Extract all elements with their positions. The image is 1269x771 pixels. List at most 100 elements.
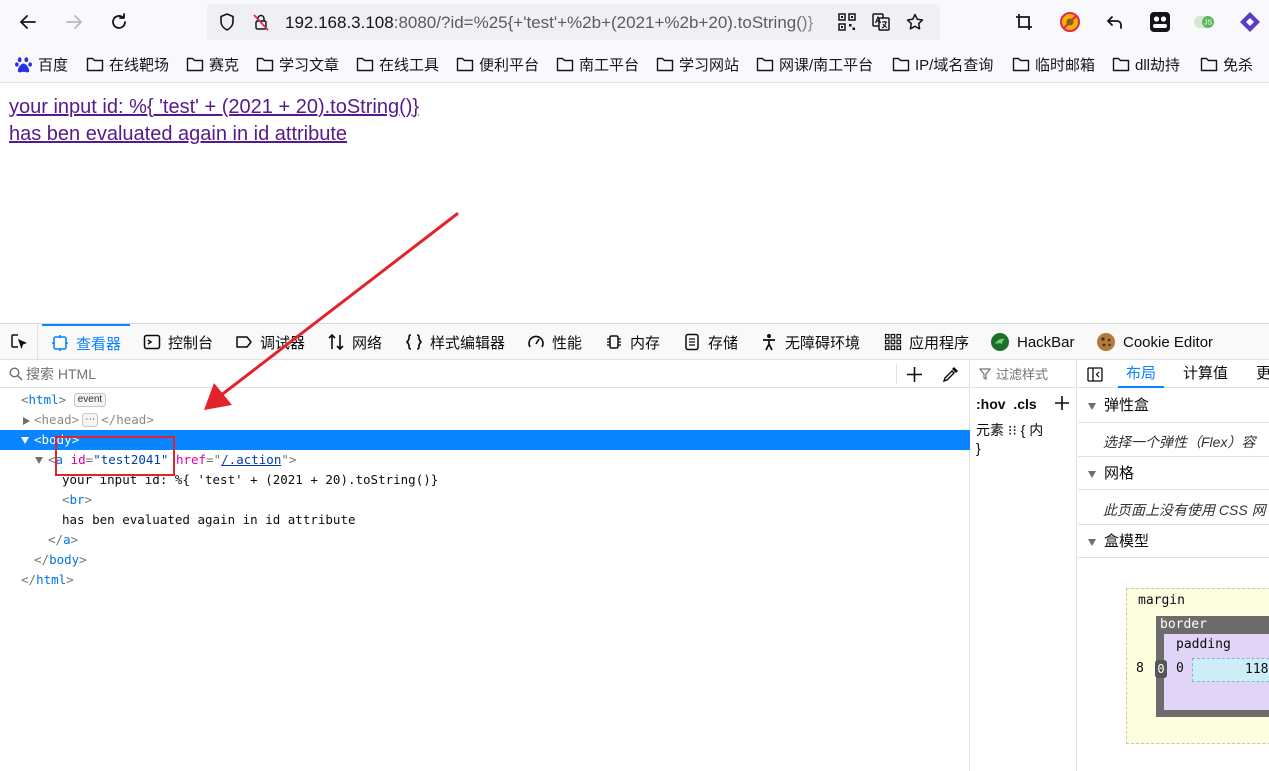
crop-icon [1016,14,1032,30]
tree-node-head[interactable]: <head> ⋯ </head> [0,410,970,430]
undo-close-tab-button[interactable] [1101,8,1129,36]
section-collapse-icon [1088,403,1096,410]
forward-button[interactable] [60,8,88,36]
folder-icon [456,57,474,72]
content-width-value[interactable]: 118 [1245,662,1268,677]
element-picker-button[interactable] [0,324,38,360]
tab-inspector[interactable]: 查看器 [42,324,131,360]
toggle-extension-button[interactable]: JS [1192,8,1220,36]
tab-application[interactable]: 应用程序 [884,324,969,360]
hov-toggle[interactable]: :hov [976,396,1006,412]
url-text[interactable]: 192.168.3.108:8080/?id=%25{+'test'+%2b+(… [285,12,833,34]
translate-icon[interactable] [871,12,891,32]
toggle-switch-icon: JS [1194,16,1214,28]
bookmark-folder-9[interactable]: IP/域名查询 [892,54,993,74]
border-left-value[interactable]: 0 [1155,660,1167,678]
page-viewport: your input id: %{ 'test' + (2021 + 20).t… [0,84,1269,323]
tab-label: 查看器 [76,335,122,353]
memory-chip-icon [607,335,621,349]
eyedropper-icon[interactable] [942,366,959,383]
folder-icon [86,57,104,72]
bookmark-label: 网课/南工平台 [779,56,874,74]
collapsed-ellipsis-badge[interactable]: ⋯ [82,413,99,427]
page-action-link[interactable]: your input id: %{ 'test' + (2021 + 20).t… [9,94,419,148]
bookmark-label: 百度 [38,56,69,74]
screenshot-crop-button[interactable] [1010,8,1038,36]
blocked-extension-icon [1060,12,1080,32]
bookmark-folder-10[interactable]: 临时邮箱 [1012,54,1095,74]
tab-console[interactable]: 控制台 [143,324,213,360]
tampermonkey-button[interactable] [1146,8,1174,36]
bookmark-label: 在线靶场 [109,56,170,74]
insecure-lock-icon[interactable] [251,12,271,32]
margin-left-value[interactable]: 8 [1136,661,1144,676]
bookmark-folder-7[interactable]: 学习网站 [656,54,739,74]
bookmark-star-icon[interactable] [905,12,925,32]
boxmodel-section-header[interactable]: 盒模型 [1078,524,1269,558]
folder-icon [892,57,910,72]
tag-name: br [69,492,85,507]
element-rule[interactable]: 元素 ⁝⁝ { 内} [976,420,1043,456]
tab-hackbar[interactable]: HackBar [990,324,1075,360]
bookmark-label: 学习文章 [279,56,340,74]
tag-name: html [28,392,59,407]
address-bar[interactable]: 192.168.3.108:8080/?id=%25{+'test'+%2b+(… [207,4,940,40]
bookmark-folder-8[interactable]: 网课/南工平台 [756,54,873,74]
bookmark-baidu[interactable]: 百度 [14,54,68,74]
tab-debugger[interactable]: 调试器 [235,324,305,360]
bookmark-folder-11[interactable]: dll劫持 [1112,54,1180,74]
expand-twisty[interactable] [23,417,30,425]
add-rule-plus-icon[interactable] [1054,395,1070,411]
tag-name: html [36,572,67,587]
tab-computed[interactable]: 计算值 [1183,360,1228,388]
padding-label: padding [1176,637,1231,652]
tab-style-editor[interactable]: 样式编辑器 [405,324,505,360]
attr-value-href[interactable]: /.action [221,452,281,467]
styles-filter[interactable]: 过滤样式 [971,360,1077,388]
link-line-1: your input id: %{ 'test' + (2021 + 20).t… [9,96,420,118]
collapse-twisty[interactable] [35,457,43,464]
blocker-extension-button[interactable] [1056,8,1084,36]
padding-left-value[interactable]: 0 [1176,661,1184,676]
tab-cookie-editor[interactable]: Cookie Editor [1096,324,1213,360]
bookmark-folder-4[interactable]: 在线工具 [356,54,439,74]
tab-more[interactable]: 更 [1256,360,1269,388]
box-model-diagram: margin border padding 118 0 0 8 [1126,588,1269,744]
qr-code-icon[interactable] [837,12,857,32]
cls-toggle[interactable]: .cls [1013,396,1036,412]
shield-icon[interactable] [217,12,237,32]
bookmark-folder-6[interactable]: 南工平台 [556,54,639,74]
grid-section-header[interactable]: 网格 [1078,456,1269,490]
tab-accessibility[interactable]: 无障碍环境 [760,324,860,360]
tab-label: 应用程序 [909,334,970,352]
tree-node-br[interactable]: <br> [0,490,970,510]
tab-label: 控制台 [168,334,214,352]
bookmark-folder-3[interactable]: 学习文章 [256,54,339,74]
html-search-row [0,360,970,388]
event-badge[interactable]: event [73,393,107,407]
bookmark-folder-1[interactable]: 在线靶场 [86,54,169,74]
tab-performance[interactable]: 性能 [527,324,582,360]
tab-label: Cookie Editor [1123,333,1214,351]
purple-extension-button[interactable] [1236,8,1264,36]
collapse-twisty[interactable] [21,437,29,444]
add-node-plus-icon[interactable] [906,366,923,383]
tree-node-html[interactable]: <html> event [0,390,970,410]
bookmark-label: 便利平台 [479,56,540,74]
bookmark-folder-5[interactable]: 便利平台 [456,54,539,74]
tab-layout[interactable]: 布局 [1118,360,1165,388]
flexbox-section-header[interactable]: 弹性盒 [1078,389,1269,423]
tree-text-node[interactable]: has ben evaluated again in id attribute [0,510,970,530]
reload-button[interactable] [105,8,133,36]
html-search-input[interactable] [26,365,426,383]
console-icon [143,334,161,350]
toggle-sidebar-icon[interactable] [1087,367,1103,382]
tab-storage[interactable]: 存储 [683,324,738,360]
bookmarks-bar: 百度 在线靶场 赛克 学习文章 在线工具 便利平台 南工平台 学习网站 网课/南… [0,46,1269,83]
bookmark-folder-12[interactable]: 免杀 [1200,54,1253,74]
bookmark-label: 赛克 [209,56,240,74]
back-button[interactable] [14,8,42,36]
bookmark-folder-2[interactable]: 赛克 [186,54,239,74]
tab-memory[interactable]: 内存 [605,324,660,360]
tab-network[interactable]: 网络 [327,324,382,360]
